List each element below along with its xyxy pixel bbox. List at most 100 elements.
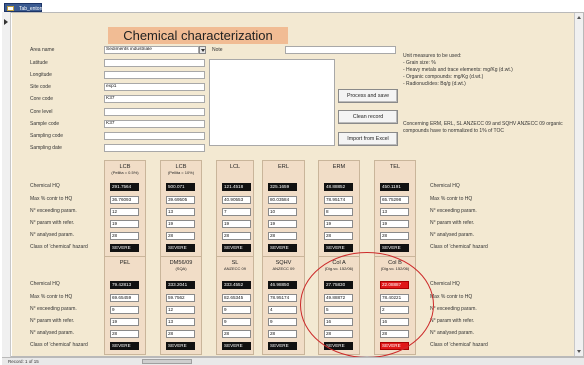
hq-value[interactable]: 291.7564 — [110, 183, 139, 191]
hq-value[interactable]: 28 — [110, 232, 139, 240]
right-row-label: Max % contr to HQ — [430, 294, 473, 300]
object-tab[interactable]: Tab_entorn — [4, 3, 44, 12]
hq-value[interactable]: 80.03584 — [268, 196, 297, 204]
column-subtitle: ANZECC 09 — [223, 266, 246, 271]
hq-value[interactable]: 19 — [268, 220, 297, 228]
hq-value[interactable]: 28 — [110, 330, 139, 338]
hq-value[interactable]: 325.1659 — [268, 183, 297, 191]
hq-value[interactable]: 13 — [380, 208, 409, 216]
unit-line: - Heavy metals and trace elements: mg/Kg… — [403, 67, 513, 73]
hq-value[interactable]: 28 — [268, 232, 297, 240]
column-name: TEL — [389, 164, 401, 170]
record-selector[interactable] — [2, 12, 11, 357]
hq-value[interactable]: 19 — [380, 220, 409, 228]
hq-value[interactable]: 28 — [222, 232, 251, 240]
hq-value[interactable]: 28 — [380, 232, 409, 240]
note-area[interactable] — [209, 59, 335, 146]
hq-value[interactable]: 78.95174 — [268, 294, 297, 302]
hq-value[interactable]: 7 — [222, 208, 251, 216]
column-header: LCB (Pellita = 0.5%) — [105, 161, 145, 180]
clean-record-button[interactable]: Clean record — [338, 110, 398, 124]
scroll-down-icon[interactable] — [577, 350, 581, 353]
hq-value[interactable]: 9 — [110, 306, 139, 314]
right-row-label: N° analysed param. — [430, 330, 474, 336]
hq-value[interactable]: 19 — [166, 220, 195, 228]
note-input[interactable] — [285, 46, 396, 54]
hq-value[interactable]: 121.4518 — [222, 183, 251, 191]
hq-value[interactable]: 19 — [110, 318, 139, 326]
field-input[interactable] — [104, 144, 205, 152]
hq-value[interactable]: 19 — [222, 220, 251, 228]
hq-value[interactable]: 333.4552 — [222, 281, 251, 289]
hq-value[interactable]: 79.42813 — [110, 281, 139, 289]
hq-value[interactable]: 40.90553 — [222, 196, 251, 204]
hazard-class-value[interactable]: SEVERE — [166, 244, 195, 252]
hazard-class-value[interactable]: SEVERE — [222, 342, 251, 350]
field-input[interactable] — [104, 71, 205, 79]
hazard-class-value[interactable]: SEVERE — [380, 244, 409, 252]
hazard-class-value[interactable]: SEVERE — [268, 244, 297, 252]
hq-value[interactable]: 46.98850 — [268, 281, 297, 289]
horizontal-scroll-thumb[interactable] — [142, 359, 192, 364]
vertical-scrollbar[interactable] — [574, 13, 583, 356]
field-input[interactable]: K37 — [104, 95, 205, 103]
hq-value[interactable]: 28 — [166, 330, 195, 338]
benchmark-column: LCB (Pellita = 0.5%) 291.7564 36.76093 12 19 2… — [104, 160, 146, 257]
field-label: Area name — [30, 47, 55, 53]
area-name-dropdown-button[interactable] — [199, 46, 206, 54]
hq-value[interactable]: 450.1191 — [380, 183, 409, 191]
hq-value[interactable]: 65.75298 — [380, 196, 409, 204]
process-and-save-button[interactable]: Process and save — [338, 89, 398, 103]
field-input[interactable] — [104, 132, 205, 140]
field-input[interactable] — [104, 108, 205, 116]
row-label: N° exceeding param. — [30, 208, 77, 214]
right-row-label: Class of 'chemical' hazard — [430, 342, 488, 348]
hq-value[interactable]: 28 — [324, 232, 353, 240]
field-input[interactable]: exp1 — [104, 83, 205, 91]
hazard-class-value[interactable]: SEVERE — [268, 342, 297, 350]
column-header: ERM — [319, 161, 359, 180]
record-counter: Record: 1 of 15 — [8, 359, 39, 364]
hq-value[interactable]: 12 — [110, 208, 139, 216]
unit-measures-title: Unit measures to be used: — [403, 53, 462, 59]
hq-value[interactable]: 36.76093 — [110, 196, 139, 204]
hq-value[interactable]: 13 — [166, 208, 195, 216]
hazard-class-value[interactable]: SEVERE — [166, 342, 195, 350]
hq-value[interactable]: 4 — [268, 306, 297, 314]
hq-value[interactable]: 78.95174 — [324, 196, 353, 204]
hazard-class-value[interactable]: SEVERE — [324, 244, 353, 252]
field-input[interactable]: K37 — [104, 120, 205, 128]
hq-value[interactable]: 69.65459 — [110, 294, 139, 302]
hazard-class-value[interactable]: SEVERE — [110, 342, 139, 350]
hq-value[interactable]: 39.69505 — [166, 196, 195, 204]
hq-value[interactable]: 28 — [268, 330, 297, 338]
hq-value[interactable]: 82.65345 — [222, 294, 251, 302]
field-input[interactable]: Sediments industriale — [104, 46, 199, 54]
hq-value[interactable]: 28 — [222, 330, 251, 338]
column-header: DM56/09 (SQA) — [161, 257, 201, 276]
field-input[interactable] — [104, 59, 205, 67]
hq-value[interactable]: 500.071 — [166, 183, 195, 191]
hq-value[interactable]: 10 — [268, 208, 297, 216]
hq-value[interactable]: 8 — [324, 208, 353, 216]
hq-value[interactable]: 9 — [222, 318, 251, 326]
hq-value[interactable]: 19 — [110, 220, 139, 228]
hq-value[interactable]: 59.7562 — [166, 294, 195, 302]
row-label: N° analysed param. — [30, 330, 74, 336]
hq-value[interactable]: 13 — [166, 318, 195, 326]
benchmark-column: LCL 121.4518 40.90553 7 19 28 SEVERE — [216, 160, 254, 257]
record-navigation-bar[interactable]: Record: 1 of 15 — [2, 357, 584, 365]
import-from-excel-button[interactable]: Import from Excel — [338, 132, 398, 146]
hq-value[interactable]: 9 — [268, 318, 297, 326]
column-header: PEL — [105, 257, 145, 276]
hq-value[interactable]: 333.2041 — [166, 281, 195, 289]
hq-value[interactable]: 12 — [166, 306, 195, 314]
scroll-up-icon[interactable] — [577, 16, 581, 19]
hq-value[interactable]: 9 — [222, 306, 251, 314]
column-header: SL ANZECC 09 — [217, 257, 253, 276]
hq-value[interactable]: 48.88852 — [324, 183, 353, 191]
hq-value[interactable]: 28 — [166, 232, 195, 240]
hazard-class-value[interactable]: SEVERE — [222, 244, 251, 252]
hq-value[interactable]: 19 — [324, 220, 353, 228]
hazard-class-value[interactable]: SEVERE — [110, 244, 139, 252]
